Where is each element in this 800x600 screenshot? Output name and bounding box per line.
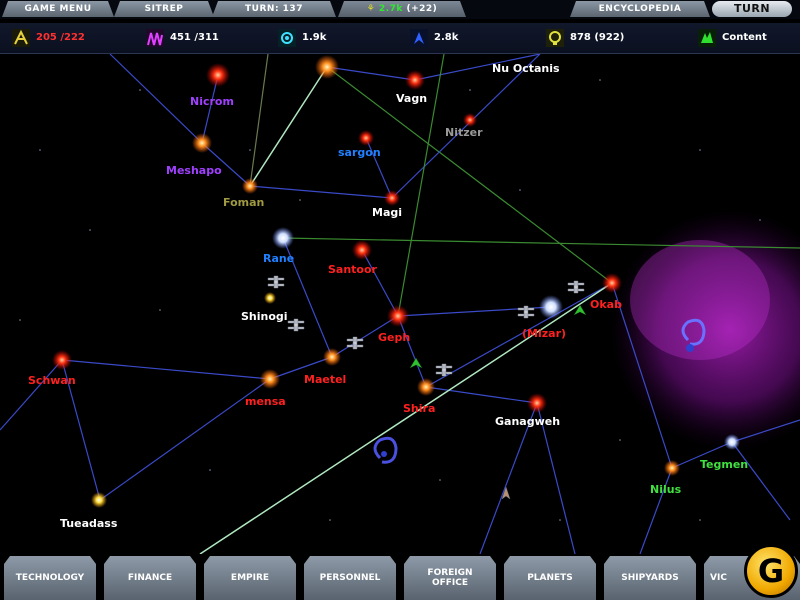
star-label[interactable]: Nicrom <box>190 95 234 108</box>
star-mensa-glow <box>260 369 280 389</box>
star-maetel-glow <box>323 348 341 366</box>
star-label[interactable]: (Mizar) <box>522 327 566 340</box>
star-foman-glow <box>242 178 258 194</box>
star-nilus-glow <box>664 460 680 476</box>
energy-value: 878 (922) <box>570 32 625 43</box>
morale-value: Content <box>722 32 767 43</box>
star-mizar-glow <box>539 295 563 319</box>
star-nitzer-glow <box>463 113 477 127</box>
star-label[interactable]: sargon <box>338 146 381 159</box>
star-label[interactable]: Rane <box>263 252 294 265</box>
star-magi-glow <box>384 190 400 206</box>
research-value: 1.9k <box>302 32 327 43</box>
top-bar: GAME MENU SITREP TURN: 137 ⚘ 2.7k (+22) … <box>0 0 800 19</box>
star-vagn-glow <box>405 70 425 90</box>
end-turn-button[interactable]: TURN <box>712 1 792 17</box>
star-label[interactable]: Nitzer <box>445 126 483 139</box>
food-value: 205 /222 <box>36 32 85 43</box>
star-label[interactable]: Meshapo <box>166 164 222 177</box>
star-nicrom-glow <box>206 63 230 87</box>
food-resource[interactable]: 205 /222 <box>12 28 85 48</box>
tab-empire[interactable]: EMPIRE <box>204 556 296 600</box>
food-icon <box>12 29 30 47</box>
tab-foreign-office[interactable]: FOREIGN OFFICE <box>404 556 496 600</box>
encyclopedia-button[interactable]: ENCYCLOPEDIA <box>570 1 710 17</box>
intel-value: 2.8k <box>434 32 459 43</box>
energy-icon <box>546 29 564 47</box>
morale-resource[interactable]: Content <box>698 28 767 48</box>
energy-resource[interactable]: 878 (922) <box>546 28 624 48</box>
research-resource[interactable]: 1.9k <box>278 28 326 48</box>
star-label[interactable]: Nilus <box>650 483 682 496</box>
morale-icon <box>698 29 716 47</box>
star-nu-octanis-glow <box>315 55 339 79</box>
resource-bar: 205 /222 451 /311 1.9k 2.8k 878 (922) Co… <box>0 23 800 54</box>
intel-icon <box>410 29 428 47</box>
tab-personnel[interactable]: PERSONNEL <box>304 556 396 600</box>
industry-icon <box>146 29 164 47</box>
star-label[interactable]: Shinogi <box>241 310 288 323</box>
star-shinogi-glow <box>264 292 276 304</box>
star-okab-glow <box>602 273 622 293</box>
research-icon <box>278 29 296 47</box>
galaxy-map[interactable]: Nu Octanis Vagn Nicrom Nitzer sargon Mes… <box>0 54 800 554</box>
star-santoor-glow <box>352 240 372 260</box>
star-sargon-glow <box>358 130 374 146</box>
star-label[interactable]: Schwan <box>28 374 76 387</box>
star-label[interactable]: Santoor <box>328 263 378 276</box>
star-label[interactable]: Shira <box>403 402 435 415</box>
intel-resource[interactable]: 2.8k <box>410 28 458 48</box>
gamespot-logo: G <box>744 544 798 598</box>
sitrep-button[interactable]: SITREP <box>114 1 214 17</box>
game-menu-button[interactable]: GAME MENU <box>2 1 114 17</box>
star-label[interactable]: Ganagweh <box>495 415 560 428</box>
tab-shipyards[interactable]: SHIPYARDS <box>604 556 696 600</box>
bottom-nav-bar: TECHNOLOGY FINANCE EMPIRE PERSONNEL FORE… <box>0 554 800 600</box>
star-label[interactable]: Magi <box>372 206 402 219</box>
ap-display: ⚘ 2.7k (+22) <box>338 1 466 17</box>
star-geph-glow <box>387 305 409 327</box>
tab-planets[interactable]: PLANETS <box>504 556 596 600</box>
star-label[interactable]: Tegmen <box>700 458 748 471</box>
star-shira-glow <box>417 378 435 396</box>
star-label[interactable]: Geph <box>378 331 410 344</box>
star-meshapo-glow <box>192 133 212 153</box>
ap-value: 2.7k <box>378 4 403 14</box>
ap-icon: ⚘ <box>366 4 379 14</box>
star-schwan-glow <box>52 350 72 370</box>
star-label[interactable]: Maetel <box>304 373 346 386</box>
star-label[interactable]: Nu Octanis <box>492 62 560 75</box>
star-label[interactable]: Foman <box>223 196 264 209</box>
star-label[interactable]: Tueadass <box>60 517 118 530</box>
tab-technology[interactable]: TECHNOLOGY <box>4 556 96 600</box>
star-rane-glow <box>272 227 294 249</box>
star-label[interactable]: Okab <box>590 298 622 311</box>
tab-finance[interactable]: FINANCE <box>104 556 196 600</box>
ap-delta: (+22) <box>406 4 438 14</box>
star-label[interactable]: mensa <box>245 395 286 408</box>
turn-counter: TURN: 137 <box>212 1 336 17</box>
industry-value: 451 /311 <box>170 32 219 43</box>
star-ganagweh-glow <box>527 393 547 413</box>
star-label[interactable]: Vagn <box>396 92 427 105</box>
star-tueadass-glow <box>91 492 107 508</box>
star-tegmen-glow <box>724 434 740 450</box>
industry-resource[interactable]: 451 /311 <box>146 28 219 48</box>
